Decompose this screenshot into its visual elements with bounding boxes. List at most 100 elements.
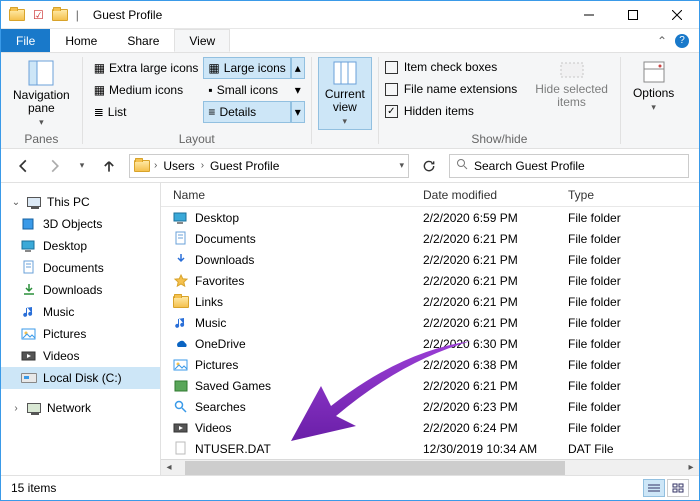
layout-large[interactable]: ▦Large icons bbox=[203, 57, 290, 79]
tab-view[interactable]: View bbox=[174, 29, 230, 52]
videos-icon bbox=[173, 421, 189, 435]
layout-scroll-up[interactable]: ▴ bbox=[291, 57, 305, 79]
sidebar-network[interactable]: ›Network bbox=[1, 397, 160, 419]
view-details-button[interactable] bbox=[643, 479, 665, 497]
table-row[interactable]: Pictures2/2/2020 6:38 PMFile folder bbox=[161, 354, 699, 375]
table-row[interactable]: Downloads2/2/2020 6:21 PMFile folder bbox=[161, 249, 699, 270]
ribbon: Navigation pane ▾ Panes ▦Extra large ico… bbox=[1, 53, 699, 149]
col-date[interactable]: Date modified bbox=[423, 188, 568, 202]
table-row[interactable]: Documents2/2/2020 6:21 PMFile folder bbox=[161, 228, 699, 249]
breadcrumb[interactable]: › Users › Guest Profile ▾ bbox=[129, 154, 409, 178]
chevron-down-icon: ▾ bbox=[343, 116, 348, 127]
column-headers[interactable]: Name Date modified Type bbox=[161, 183, 699, 207]
expand-right-icon[interactable]: › bbox=[11, 403, 21, 414]
title-bar: ☑ | Guest Profile bbox=[1, 1, 699, 29]
sidebar-item[interactable]: Desktop bbox=[1, 235, 160, 257]
table-row[interactable]: Favorites2/2/2020 6:21 PMFile folder bbox=[161, 270, 699, 291]
onedrive-icon bbox=[173, 338, 189, 350]
links-icon bbox=[173, 296, 189, 308]
layout-expand[interactable]: ▾ bbox=[291, 101, 305, 123]
tab-file[interactable]: File bbox=[1, 29, 50, 52]
table-row[interactable]: NTUSER.DAT12/30/2019 10:34 AMDAT File bbox=[161, 438, 699, 459]
sidebar-item[interactable]: 3D Objects bbox=[1, 213, 160, 235]
layout-details[interactable]: ≡Details bbox=[203, 101, 290, 123]
status-bar: 15 items bbox=[1, 475, 699, 499]
minimize-button[interactable] bbox=[567, 1, 611, 29]
chevron-down-icon[interactable]: ▾ bbox=[399, 160, 404, 171]
window-title: Guest Profile bbox=[93, 8, 162, 22]
table-row[interactable]: Desktop2/2/2020 6:59 PMFile folder bbox=[161, 207, 699, 228]
hide-selected-button[interactable]: Hide selected items bbox=[529, 57, 614, 111]
layout-scroll-down[interactable]: ▾ bbox=[291, 79, 305, 101]
sidebar-item[interactable]: Videos bbox=[1, 345, 160, 367]
item-icon bbox=[21, 349, 37, 363]
search-placeholder: Search Guest Profile bbox=[474, 159, 585, 173]
sidebar: ⌄This PC 3D ObjectsDesktopDocumentsDownl… bbox=[1, 183, 161, 475]
desktop-icon bbox=[173, 211, 189, 225]
sidebar-this-pc[interactable]: ⌄This PC bbox=[1, 191, 160, 213]
file-list: Name Date modified Type Desktop2/2/2020 … bbox=[161, 183, 699, 475]
list-icon: ≣ bbox=[94, 105, 104, 119]
grid-icon: ▦ bbox=[94, 61, 105, 75]
table-row[interactable]: OneDrive2/2/2020 6:30 PMFile folder bbox=[161, 333, 699, 354]
check-file-ext[interactable]: File name extensions bbox=[385, 79, 517, 99]
table-row[interactable]: Saved Games2/2/2020 6:21 PMFile folder bbox=[161, 375, 699, 396]
tab-share[interactable]: Share bbox=[112, 29, 174, 52]
horizontal-scrollbar[interactable]: ◂ ▸ bbox=[161, 459, 699, 475]
chevron-up-icon[interactable]: ⌃ bbox=[657, 34, 667, 48]
table-row[interactable]: Searches2/2/2020 6:23 PMFile folder bbox=[161, 396, 699, 417]
col-name[interactable]: Name bbox=[173, 188, 423, 202]
close-button[interactable] bbox=[655, 1, 699, 29]
folder-icon bbox=[134, 160, 150, 172]
sidebar-item[interactable]: Music bbox=[1, 301, 160, 323]
recent-dropdown[interactable]: ▾ bbox=[75, 154, 89, 178]
current-view-button[interactable]: Current view ▾ bbox=[318, 57, 372, 130]
chevron-right-icon[interactable]: › bbox=[201, 160, 204, 171]
crumb-guest[interactable]: Guest Profile bbox=[208, 159, 281, 173]
chevron-right-icon[interactable]: › bbox=[154, 160, 157, 171]
scroll-thumb[interactable] bbox=[185, 461, 565, 475]
checkbox-icon[interactable]: ☑ bbox=[33, 8, 44, 22]
pc-icon bbox=[27, 197, 41, 207]
layout-extra-large[interactable]: ▦Extra large icons bbox=[89, 57, 204, 79]
table-row[interactable]: Music2/2/2020 6:21 PMFile folder bbox=[161, 312, 699, 333]
back-button[interactable] bbox=[11, 154, 35, 178]
body: ⌄This PC 3D ObjectsDesktopDocumentsDownl… bbox=[1, 183, 699, 475]
refresh-button[interactable] bbox=[417, 154, 441, 178]
navigation-pane-button[interactable]: Navigation pane ▾ bbox=[7, 57, 76, 130]
table-row[interactable]: Videos2/2/2020 6:24 PMFile folder bbox=[161, 417, 699, 438]
tab-home[interactable]: Home bbox=[50, 29, 112, 52]
columns-icon bbox=[332, 60, 358, 86]
scroll-left-icon[interactable]: ◂ bbox=[161, 460, 177, 476]
search-input[interactable]: Search Guest Profile bbox=[449, 154, 689, 178]
options-icon bbox=[641, 59, 667, 85]
forward-button[interactable] bbox=[43, 154, 67, 178]
maximize-button[interactable] bbox=[611, 1, 655, 29]
expand-down-icon[interactable]: ⌄ bbox=[11, 197, 21, 208]
saved-icon bbox=[173, 379, 189, 393]
layout-medium[interactable]: ▦Medium icons bbox=[89, 79, 204, 101]
sidebar-item[interactable]: Downloads bbox=[1, 279, 160, 301]
scroll-right-icon[interactable]: ▸ bbox=[683, 460, 699, 476]
searches-icon bbox=[173, 399, 189, 415]
item-icon bbox=[21, 327, 37, 341]
sidebar-item[interactable]: Pictures bbox=[1, 323, 160, 345]
col-type[interactable]: Type bbox=[568, 188, 594, 202]
favorites-icon bbox=[173, 273, 189, 289]
folder-icon bbox=[52, 9, 68, 21]
check-hidden-items[interactable]: ✓Hidden items bbox=[385, 101, 517, 121]
view-thumbnails-button[interactable] bbox=[667, 479, 689, 497]
layout-small[interactable]: ▪Small icons bbox=[203, 79, 290, 101]
check-item-checkboxes[interactable]: Item check boxes bbox=[385, 57, 517, 77]
sidebar-item[interactable]: Local Disk (C:) bbox=[1, 367, 160, 389]
up-button[interactable] bbox=[97, 154, 121, 178]
options-button[interactable]: Options ▾ bbox=[627, 57, 680, 115]
help-icon[interactable]: ? bbox=[675, 34, 689, 48]
item-icon bbox=[21, 260, 37, 276]
item-icon bbox=[21, 304, 37, 320]
checkbox-icon bbox=[385, 83, 398, 96]
layout-list[interactable]: ≣List bbox=[89, 101, 204, 123]
sidebar-item[interactable]: Documents bbox=[1, 257, 160, 279]
table-row[interactable]: Links2/2/2020 6:21 PMFile folder bbox=[161, 291, 699, 312]
crumb-users[interactable]: Users bbox=[161, 159, 196, 173]
